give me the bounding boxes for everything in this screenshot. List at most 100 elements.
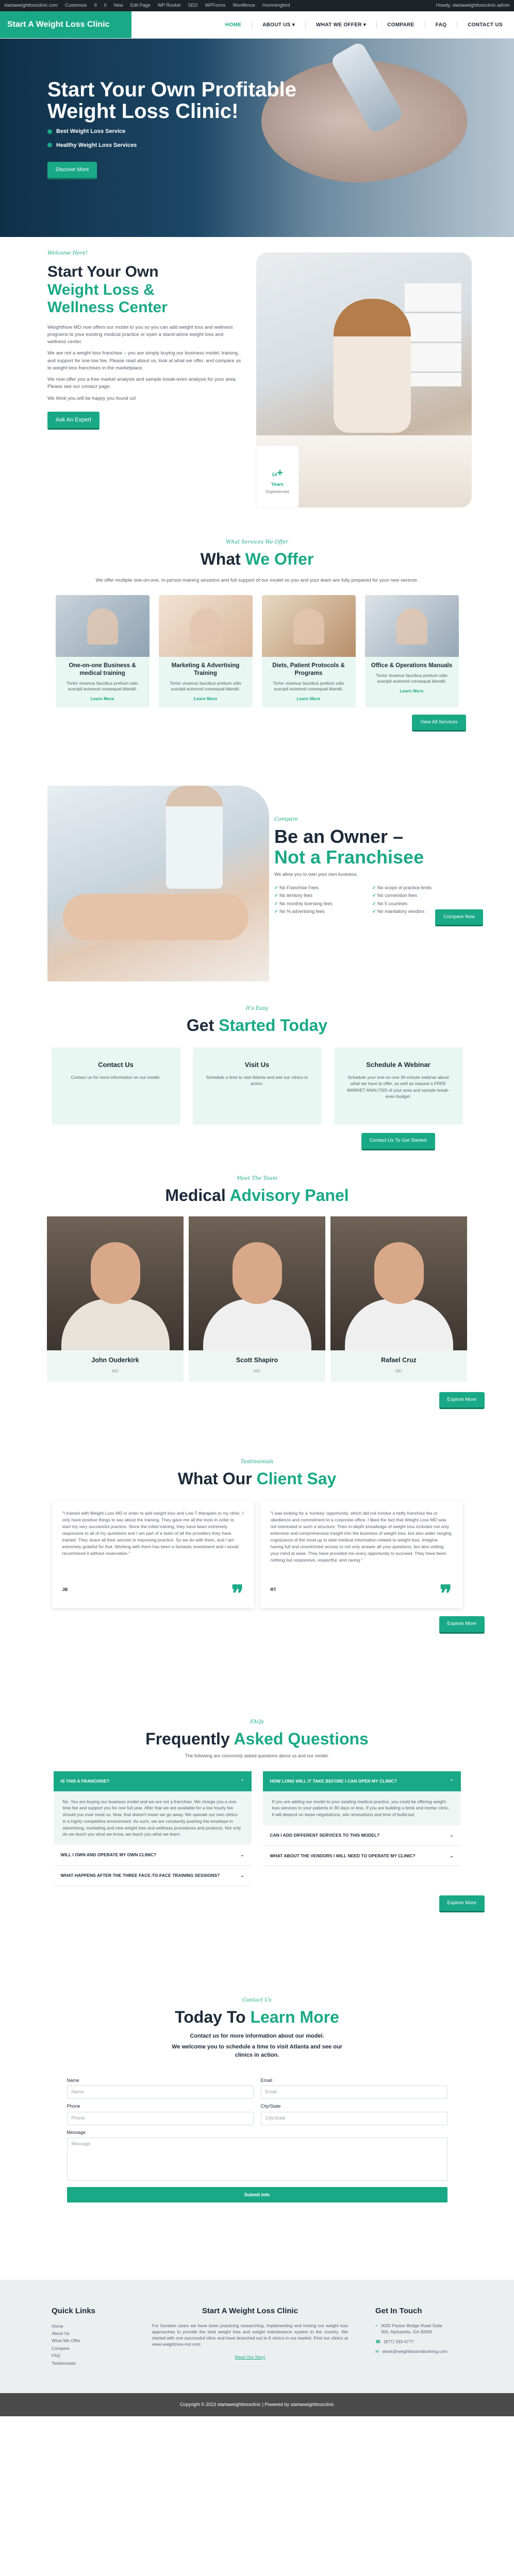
- treatment-photo: [47, 786, 269, 981]
- chevron-down-icon: ⌄: [450, 1832, 454, 1838]
- discover-more-button[interactable]: Discover More: [47, 162, 97, 179]
- hero-banner: Start Your Own Profitable Weight Loss Cl…: [0, 39, 514, 237]
- experience-badge: 14+ Years Experienced: [256, 446, 299, 507]
- message-field[interactable]: Message: [67, 2138, 447, 2181]
- list-item: No % advertising fees: [274, 908, 367, 916]
- list-item: No convention fees: [372, 892, 465, 900]
- faq-question[interactable]: WHAT ABOUT THE VENDORS I WILL NEED TO OP…: [262, 1846, 461, 1867]
- faq-question[interactable]: IS THIS A FRANCHISE? ⌃: [53, 1771, 252, 1791]
- member-photo: [330, 1216, 467, 1351]
- nav-home[interactable]: HOME: [225, 21, 241, 29]
- step-card: Contact Us Contact us for more informatio…: [51, 1047, 180, 1125]
- offer-section: What Services We Offer What We Offer We …: [0, 538, 514, 786]
- email[interactable]: ✉ steve@weightlossmdtraining.com: [375, 2348, 448, 2355]
- faq-question[interactable]: WHAT HAPPENS AFTER THE THREE FACE-TO-FAC…: [53, 1866, 252, 1886]
- testimonial-card: "I trained with Weight Loss MD in order …: [52, 1501, 254, 1608]
- copyright-bar: Copyright © 2023 startaweightlossclinic …: [0, 2393, 514, 2416]
- learn-more-link[interactable]: Learn More: [365, 688, 459, 694]
- explore-more-button[interactable]: Explore More: [439, 1616, 485, 1634]
- submit-button[interactable]: Submit Info: [67, 2187, 447, 2203]
- section-subtitle: FAQs: [250, 1719, 264, 1725]
- list-item: No Franchise Fees: [274, 885, 367, 892]
- footer-link[interactable]: FAQ: [52, 2352, 95, 2359]
- explore-more-button[interactable]: Explore More: [439, 1392, 485, 1409]
- section-subtitle: What Services We Offer: [226, 539, 288, 545]
- chevron-down-icon: ⌄: [240, 1872, 244, 1878]
- step-card: Visit Us Schedule a time to visit Atlanta…: [192, 1047, 322, 1125]
- paragraph: We think you will be happy you found us!: [47, 395, 136, 401]
- admin-bar-item[interactable]: New: [114, 2, 123, 9]
- section-title: Be an Owner – Not a Franchisee: [274, 826, 424, 868]
- quote-icon: ❞: [231, 1581, 244, 1607]
- admin-bar-user[interactable]: Howdy, startaweightlossclinic.admin: [436, 2, 510, 9]
- admin-bar-item[interactable]: Hummingbird: [262, 2, 290, 9]
- learn-more-link[interactable]: Learn More: [56, 696, 150, 702]
- section-subtitle: It's Easy: [245, 1006, 269, 1011]
- admin-bar-item[interactable]: Wordfence: [233, 2, 255, 9]
- service-image: [364, 595, 459, 657]
- section-title: Start Your Own Weight Loss & Wellness Ce…: [47, 263, 168, 316]
- section-title: Get Started Today: [186, 1016, 328, 1035]
- section-title: Today To Learn More: [175, 2008, 339, 2026]
- admin-bar-item[interactable]: 0: [104, 2, 107, 9]
- phone[interactable]: ☎ (877) 333-4777: [375, 2338, 448, 2345]
- compare-now-button[interactable]: Compare Now: [435, 909, 483, 927]
- learn-more-link[interactable]: Learn More: [159, 696, 253, 702]
- nav-compare[interactable]: COMPARE: [387, 21, 414, 29]
- faq-question[interactable]: WILL I OWN AND OPERATE MY OWN CLINIC? ⌄: [53, 1845, 252, 1866]
- explore-more-button[interactable]: Explore More: [439, 1895, 485, 1912]
- service-image: [158, 595, 253, 657]
- testimonial-card: "I was looking for a 'turnkey' opportuni…: [260, 1501, 462, 1608]
- footer-link[interactable]: About Us: [52, 2330, 95, 2337]
- learn-more-link[interactable]: Learn More: [262, 696, 356, 702]
- admin-bar: startaweightlossclinic.com Customize 9 0…: [0, 0, 514, 11]
- list-item: No territory fees: [274, 892, 367, 900]
- main-nav: HOME ABOUT US ▾ WHAT WE OFFER ▾ COMPARE …: [225, 11, 514, 38]
- nav-about[interactable]: ABOUT US ▾: [262, 21, 295, 29]
- contact-line: We welcome you to schedule a time to vis…: [172, 2043, 342, 2059]
- faq-question[interactable]: HOW LONG WILL IT TAKE BEFORE I CAN OPEN …: [262, 1771, 461, 1791]
- faq-question[interactable]: CAN I ADD DIFFERENT SERVICES TO THIS MOD…: [262, 1825, 461, 1846]
- read-story-link[interactable]: Read Our Story: [235, 2354, 265, 2361]
- contact-get-started-button[interactable]: Contact Us To Get Started: [361, 1133, 435, 1150]
- footer-heading: Quick Links: [52, 2307, 96, 2315]
- section-intro: The following are commonly asked questio…: [185, 1753, 329, 1759]
- admin-bar-item[interactable]: startaweightlossclinic.com: [4, 2, 58, 9]
- city-field[interactable]: City/State: [260, 2111, 447, 2125]
- testimonial-author: JB: [62, 1586, 68, 1592]
- service-image: [261, 595, 356, 657]
- admin-bar-item[interactable]: 9: [94, 2, 97, 9]
- nav-offer[interactable]: WHAT WE OFFER ▾: [316, 21, 366, 29]
- member-photo: [47, 1216, 184, 1351]
- email-field[interactable]: Email: [260, 2086, 447, 2099]
- nav-faq[interactable]: FAQ: [436, 21, 446, 29]
- footer-link[interactable]: Compare: [52, 2345, 95, 2352]
- admin-bar-item[interactable]: WP Rocket: [158, 2, 181, 9]
- hero-list-item: Healthy Weight Loss Services: [47, 141, 316, 150]
- ask-expert-button[interactable]: Ask An Expert: [47, 411, 100, 430]
- welcome-section: Welcome Here! Start Your Own Weight Loss…: [0, 237, 514, 538]
- footer-about: For fourteen years we have been practici…: [152, 2323, 348, 2347]
- footer-link[interactable]: Home: [52, 2323, 95, 2330]
- nav-contact[interactable]: CONTACT US: [468, 21, 503, 29]
- phone-field[interactable]: Phone: [67, 2111, 254, 2125]
- admin-bar-item[interactable]: WPForms: [205, 2, 226, 9]
- chevron-up-icon: ⌃: [240, 1778, 244, 1784]
- admin-bar-item[interactable]: Customize: [65, 2, 87, 9]
- testimonial-author: RT: [270, 1586, 276, 1592]
- site-logo[interactable]: Start A Weight Loss Clinic: [0, 11, 131, 38]
- service-card: Marketing & Advertising Training Tortor v…: [158, 595, 253, 708]
- footer-heading: Start A Weight Loss Clinic: [202, 2307, 299, 2315]
- view-all-services-button[interactable]: View All Services: [412, 715, 466, 732]
- admin-bar-item[interactable]: Edit Page: [130, 2, 151, 9]
- chevron-down-icon: ⌄: [450, 1853, 454, 1858]
- owner-section: Compare Be an Owner – Not a Franchisee We…: [0, 786, 514, 1005]
- step-card: Schedule A Webinar Schedule your one-on-o…: [334, 1047, 463, 1125]
- name-field[interactable]: Name: [67, 2086, 254, 2099]
- section-title: What We Offer: [200, 550, 314, 568]
- section-subtitle: Meet The Team: [237, 1176, 277, 1181]
- footer-link[interactable]: What We Offer: [52, 2337, 95, 2344]
- footer-link[interactable]: Testimonials: [52, 2360, 95, 2367]
- admin-bar-item[interactable]: SEO: [188, 2, 198, 9]
- section-intro: We offer multiple one-on-one, in-person …: [95, 578, 419, 584]
